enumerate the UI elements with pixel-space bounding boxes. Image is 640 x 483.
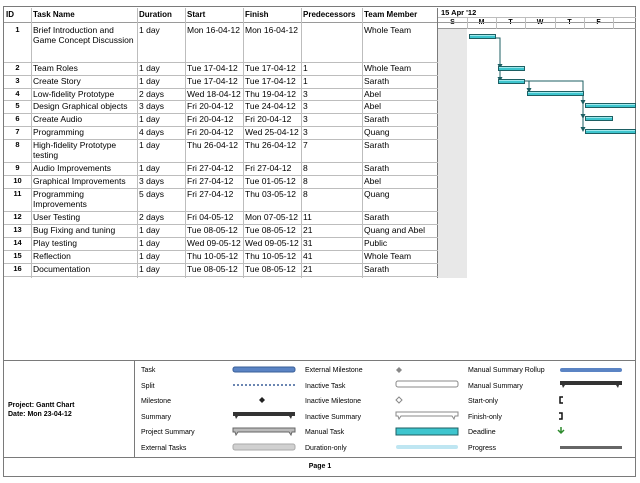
gantt-chart (496, 37, 586, 132)
gantt-bar-task-2[interactable] (498, 66, 525, 71)
gantt-bar-task-1[interactable] (469, 34, 496, 39)
manual-summary-legend-symbol (560, 381, 622, 388)
gantt-bar-task-7[interactable] (585, 129, 636, 134)
legend-symbols (232, 366, 622, 451)
inactive-task-legend-symbol (395, 380, 459, 388)
gantt-bar-task-5[interactable] (585, 103, 636, 108)
dependency-arrow (496, 37, 503, 82)
external-milestone-legend-symbol (396, 367, 402, 373)
inactive-summary-legend-symbol (395, 411, 459, 421)
deadline-legend-symbol (557, 427, 565, 435)
start-only-legend-symbol (559, 396, 563, 404)
gantt-bar-task-6[interactable] (585, 116, 613, 121)
summary-legend-symbol (233, 412, 295, 419)
external-tasks-legend-symbol (232, 443, 296, 451)
milestone-legend-symbol (259, 397, 265, 403)
dependency-arrow (496, 37, 503, 69)
manual-task-legend-symbol (395, 427, 459, 436)
manual-summary-rollup-legend-symbol (560, 368, 622, 372)
gantt-bar-task-3[interactable] (498, 79, 525, 84)
legend-bottom-border (4, 457, 636, 458)
progress-legend-symbol (560, 446, 622, 449)
finish-only-legend-symbol (559, 412, 563, 420)
duration-only-legend-symbol (396, 445, 458, 449)
task-legend-symbol (232, 366, 296, 373)
page-footer: Page 1 (308, 463, 332, 470)
inactive-milestone-legend-symbol (395, 396, 403, 404)
gantt-bar-task-4[interactable] (527, 91, 584, 96)
project-summary-legend-symbol (232, 427, 296, 437)
